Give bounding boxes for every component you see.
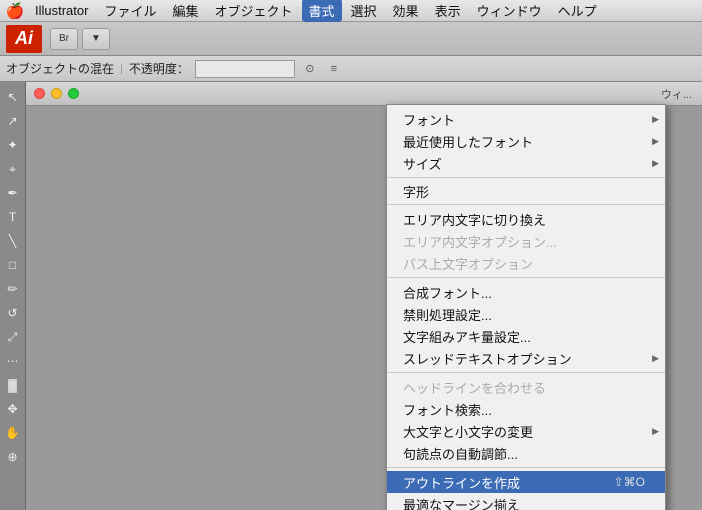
menubar-select[interactable]: 選択 xyxy=(344,0,384,22)
options-divider: | xyxy=(120,63,123,75)
menu-item-thread-text[interactable]: スレッドテキストオプション xyxy=(387,347,665,369)
menu-section-character: 字形 xyxy=(387,181,665,201)
rotate-tool[interactable]: ↺ xyxy=(2,302,24,324)
options-icon-1: ⊙ xyxy=(301,60,319,78)
maximize-button[interactable] xyxy=(68,88,79,99)
toolbar: Ai Br ▼ xyxy=(0,22,702,56)
line-tool[interactable]: ╲ xyxy=(2,230,24,252)
apple-menu[interactable]: 🍎 xyxy=(4,2,26,20)
opacity-label: 不透明度： xyxy=(129,60,189,77)
separator-3 xyxy=(387,277,665,278)
menu-item-font[interactable]: フォント xyxy=(387,108,665,130)
opacity-input[interactable] xyxy=(195,60,295,78)
type-tool[interactable]: T xyxy=(2,206,24,228)
menubar-file[interactable]: ファイル xyxy=(97,0,163,22)
magic-wand-tool[interactable]: ✦ xyxy=(2,134,24,156)
menubar-help[interactable]: ヘルプ xyxy=(551,0,604,22)
rect-tool[interactable]: □ xyxy=(2,254,24,276)
menu-item-kinsoku[interactable]: 禁則処理設定... xyxy=(387,303,665,325)
menubar-object[interactable]: オブジェクト xyxy=(208,0,300,22)
direct-selection-tool[interactable]: ↗ xyxy=(2,110,24,132)
pen-tool[interactable]: ✒ xyxy=(2,182,24,204)
left-toolbar: ↖ ↗ ✦ ⌖ ✒ T ╲ □ ✏ ↺ ⤢ ⋯ ▓ ✥ ✋ ⊕ xyxy=(0,82,26,510)
gradient-tool[interactable]: ▓ xyxy=(2,374,24,396)
scale-tool[interactable]: ⤢ xyxy=(2,326,24,348)
menu-item-smart-punct[interactable]: 句読点の自動調節... xyxy=(387,442,665,464)
options-bar: オブジェクトの混在 | 不透明度： ⊙ ≡ xyxy=(0,56,702,82)
menu-item-area-text[interactable]: エリア内文字に切り換え xyxy=(387,208,665,230)
zoom-tool[interactable]: ⊕ xyxy=(2,446,24,468)
minimize-button[interactable] xyxy=(51,88,62,99)
canvas-area: ウィ... フォント 最近使用したフォント サイズ 字形 エリア内文字に切り換え xyxy=(26,82,702,510)
brush-tool[interactable]: ✏ xyxy=(2,278,24,300)
menubar-window[interactable]: ウィンドウ xyxy=(470,0,549,22)
blend-tool[interactable]: ⋯ xyxy=(2,350,24,372)
separator-1 xyxy=(387,177,665,178)
menubar-view[interactable]: 表示 xyxy=(428,0,468,22)
main-area: ↖ ↗ ✦ ⌖ ✒ T ╲ □ ✏ ↺ ⤢ ⋯ ▓ ✥ ✋ ⊕ ウィ... フォ… xyxy=(0,82,702,510)
menu-item-create-outline[interactable]: アウトラインを作成 ⇧⌘O xyxy=(387,471,665,493)
menu-item-recent-font[interactable]: 最近使用したフォント xyxy=(387,130,665,152)
menubar-effect[interactable]: 効果 xyxy=(386,0,426,22)
object-blend-label: オブジェクトの混在 xyxy=(6,60,114,77)
selection-tool[interactable]: ↖ xyxy=(2,86,24,108)
separator-5 xyxy=(387,467,665,468)
menubar-type[interactable]: 書式 xyxy=(302,0,342,22)
eyedropper-tool[interactable]: ✥ xyxy=(2,398,24,420)
app-logo: Ai xyxy=(6,25,42,53)
menu-item-size[interactable]: サイズ xyxy=(387,152,665,174)
menu-item-headline-align[interactable]: ヘッドラインを合わせる xyxy=(387,376,665,398)
lasso-tool[interactable]: ⌖ xyxy=(2,158,24,180)
menu-item-optical-margin[interactable]: 最適なマージン揃え xyxy=(387,493,665,510)
options-icon-2: ≡ xyxy=(325,60,343,78)
menu-item-case-change[interactable]: 大文字と小文字の変更 xyxy=(387,420,665,442)
create-outline-shortcut: ⇧⌘O xyxy=(614,475,645,489)
menubar: 🍎 Illustrator ファイル 編集 オブジェクト 書式 選択 効果 表示… xyxy=(0,0,702,22)
separator-2 xyxy=(387,204,665,205)
separator-4 xyxy=(387,372,665,373)
menu-item-area-text-options[interactable]: エリア内文字オプション... xyxy=(387,230,665,252)
menu-item-mojigumi[interactable]: 文字組みアキ量設定... xyxy=(387,325,665,347)
menubar-illustrator[interactable]: Illustrator xyxy=(28,1,95,20)
bridge-button[interactable]: Br xyxy=(50,28,78,50)
toolbar-arrow[interactable]: ▼ xyxy=(82,28,110,50)
menubar-edit[interactable]: 編集 xyxy=(165,0,205,22)
menu-item-path-text-options[interactable]: パス上文字オプション xyxy=(387,252,665,274)
close-button[interactable] xyxy=(34,88,45,99)
type-menu-dropdown: フォント 最近使用したフォント サイズ 字形 エリア内文字に切り換え エリア内文… xyxy=(386,104,666,510)
document-titlebar: ウィ... xyxy=(26,82,702,106)
panel-tab[interactable]: ウィ... xyxy=(651,82,702,106)
menu-item-composite-font[interactable]: 合成フォント... xyxy=(387,281,665,303)
menu-item-font-search[interactable]: フォント検索... xyxy=(387,398,665,420)
hand-tool[interactable]: ✋ xyxy=(2,422,24,444)
